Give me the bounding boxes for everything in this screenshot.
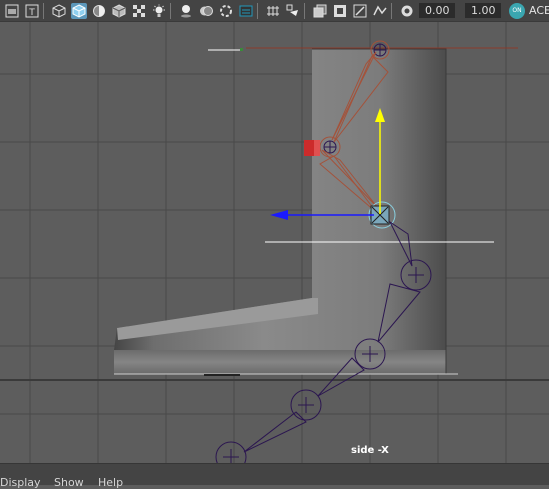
svg-text:T: T [28,8,35,18]
camera-label: side -X [351,445,389,456]
resolution-gate-icon[interactable] [372,3,388,19]
smooth-shaded-cube-icon[interactable] [71,2,87,19]
textured-cube-icon[interactable] [111,3,127,19]
menu-display[interactable]: Display [0,477,41,488]
antialias-icon[interactable] [218,3,234,19]
checker-icon[interactable] [131,3,147,19]
grid-toggle-icon[interactable] [352,3,368,19]
exposure-field[interactable]: 0.00 [419,3,455,18]
boot-mesh[interactable] [114,47,518,376]
bone-extra [243,411,307,453]
viewport-toolbar: T 0.00 1.00 ON ACES 1 [0,0,549,22]
exposure-icon[interactable] [399,3,415,19]
joint-extra [215,441,247,463]
menu-help[interactable]: Help [98,477,123,488]
xray-joints-icon[interactable] [312,3,328,19]
toolbar-separator [257,2,258,19]
lighting-icon[interactable] [151,3,167,19]
texture-icon[interactable]: T [24,3,40,19]
ambient-occlusion-icon[interactable] [198,3,214,19]
wireframe-cube-icon[interactable] [51,3,67,19]
isolate-select-icon[interactable] [332,3,348,19]
depth-of-field-icon[interactable] [238,3,254,19]
joint-toe-end [290,389,322,421]
panel-menubar: Display Show Help [0,463,549,488]
image-plane-icon[interactable] [4,3,20,19]
toolbar-separator [304,2,305,19]
shade-options-icon[interactable] [91,3,107,19]
color-management-toggle[interactable]: ON [509,2,525,19]
menu-show[interactable]: Show [54,477,84,488]
xray-icon[interactable] [285,3,301,19]
motion-blur-icon[interactable] [265,3,281,19]
shadows-icon[interactable] [178,3,194,19]
viewport-panel[interactable] [0,22,549,463]
gamma-field[interactable]: 1.00 [465,3,501,18]
toolbar-separator [43,2,44,19]
manip-z-arrow [270,210,288,220]
view-transform-dropdown[interactable]: ACES 1 [529,4,549,17]
toolbar-separator [391,2,392,19]
viewport-canvas[interactable] [0,22,549,463]
toolbar-separator [170,2,171,19]
